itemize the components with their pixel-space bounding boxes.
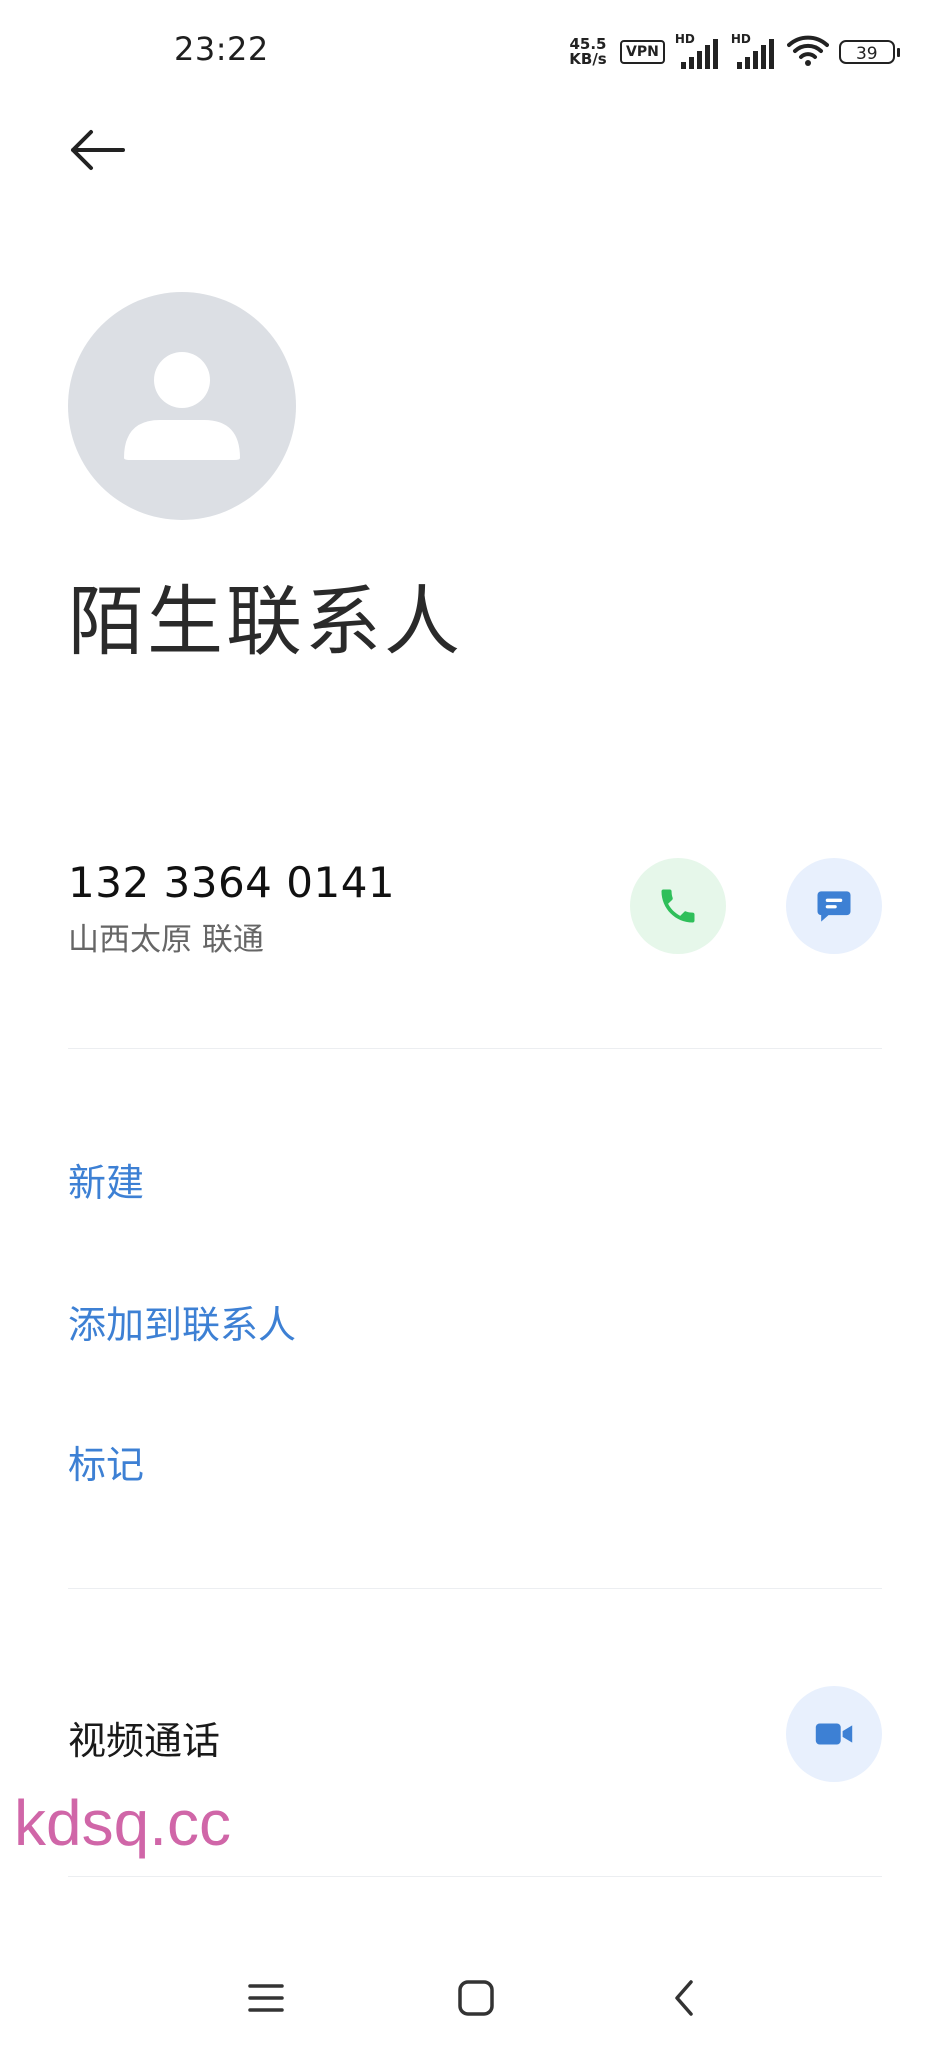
video-call-label: 视频通话 — [68, 1719, 221, 1763]
home-button[interactable] — [436, 1958, 516, 2038]
back-button[interactable] — [62, 120, 132, 180]
wifi-icon — [786, 33, 829, 71]
divider — [68, 1048, 882, 1049]
video-camera-icon — [815, 1723, 853, 1745]
contact-name: 陌生联系人 — [68, 577, 463, 666]
phone-icon — [661, 889, 695, 923]
home-icon — [458, 1980, 494, 2016]
add-to-contacts-link[interactable]: 添加到联系人 — [68, 1294, 296, 1349]
network-speed-unit: KB/s — [569, 50, 607, 68]
phone-location: 山西太原 联通 — [68, 922, 264, 958]
status-icons: 45.5 KB/s VPN HD HD 39 — [566, 30, 900, 74]
arrow-left-icon — [71, 130, 125, 170]
message-icon — [817, 891, 851, 922]
message-button[interactable] — [786, 858, 882, 954]
avatar — [68, 292, 296, 520]
menu-icon — [248, 1984, 284, 2012]
back-icon — [675, 1980, 693, 2016]
divider — [68, 1876, 882, 1877]
divider — [68, 1588, 882, 1589]
battery-icon: 39 — [838, 40, 900, 64]
new-contact-link[interactable]: 新建 — [68, 1152, 144, 1207]
signal-icon: HD — [731, 32, 777, 72]
phone-number[interactable]: 132 3364 0141 — [68, 858, 395, 907]
watermark: kdsq.cc — [14, 1787, 231, 1859]
status-time: 23:22 — [174, 30, 269, 68]
vpn-badge: VPN — [620, 40, 665, 64]
network-speed: 45.5 KB/s — [566, 37, 610, 67]
recent-apps-button[interactable] — [226, 1958, 306, 2038]
video-call-button[interactable] — [786, 1686, 882, 1782]
person-icon — [124, 352, 240, 460]
signal-icon: HD — [675, 32, 721, 72]
nav-back-button[interactable] — [644, 1958, 724, 2038]
mark-link[interactable]: 标记 — [68, 1434, 144, 1489]
call-button[interactable] — [630, 858, 726, 954]
